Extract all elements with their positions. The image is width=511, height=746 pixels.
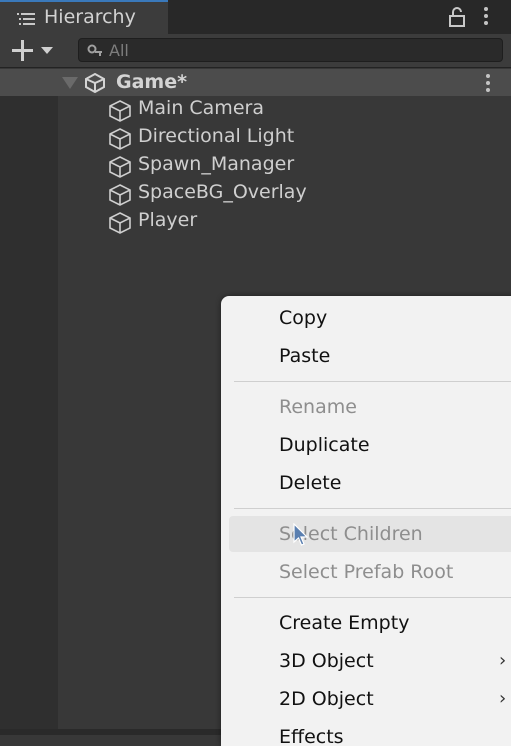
menu-separator [234, 381, 511, 382]
search-field[interactable] [78, 38, 503, 62]
unity-logo-icon [85, 73, 105, 93]
scene-name: Game* [116, 71, 188, 93]
lock-icon[interactable] [448, 7, 466, 27]
hierarchy-item-label: Player [138, 209, 198, 231]
hierarchy-item-label: Directional Light [138, 125, 295, 147]
cube-icon [109, 156, 131, 178]
hierarchy-item[interactable]: Spawn_Manager [106, 153, 466, 181]
menu-item-3d-object[interactable]: 3D Object [279, 650, 374, 672]
hierarchy-item-label: SpaceBG_Overlay [138, 181, 307, 203]
hierarchy-item[interactable]: Directional Light [106, 125, 466, 153]
hierarchy-toolbar [0, 34, 511, 68]
menu-item-rename[interactable]: Rename [279, 396, 357, 418]
fold-arrow-icon[interactable] [62, 77, 78, 89]
menu-item-paste[interactable]: Paste [279, 345, 330, 367]
submenu-chevron-icon: › [499, 650, 507, 671]
hierarchy-item[interactable]: SpaceBG_Overlay [106, 181, 466, 209]
tab-menu-icon[interactable] [484, 7, 488, 28]
add-object-button[interactable] [10, 40, 58, 62]
hierarchy-item-label: Spawn_Manager [138, 153, 295, 175]
list-icon [17, 13, 35, 25]
search-input[interactable] [109, 39, 489, 61]
scene-row[interactable]: Game* [0, 69, 511, 96]
menu-item-2d-object[interactable]: 2D Object [279, 688, 374, 710]
menu-item-create-empty[interactable]: Create Empty [279, 612, 409, 634]
mouse-cursor-icon [293, 523, 309, 546]
menu-item-select-prefab-root[interactable]: Select Prefab Root [279, 561, 453, 583]
cube-icon [109, 100, 131, 122]
hierarchy-item[interactable]: Player [106, 209, 466, 237]
tab-title: Hierarchy [44, 6, 136, 28]
cube-icon [109, 128, 131, 150]
cube-icon [109, 184, 131, 206]
menu-item-delete[interactable]: Delete [279, 472, 341, 494]
search-icon [87, 44, 102, 56]
cube-icon [109, 212, 131, 234]
hierarchy-gutter [0, 96, 58, 735]
menu-separator [234, 597, 511, 598]
menu-item-duplicate[interactable]: Duplicate [279, 434, 370, 456]
scene-menu-icon[interactable] [486, 74, 490, 95]
menu-item-copy[interactable]: Copy [279, 307, 327, 329]
tab-hierarchy[interactable]: Hierarchy [0, 0, 168, 34]
context-menu: Copy Paste Rename Duplicate Delete Selec… [221, 296, 511, 746]
hierarchy-item[interactable]: Main Camera [106, 97, 466, 125]
submenu-chevron-icon: › [499, 688, 507, 709]
menu-item-effects[interactable]: Effects [279, 726, 344, 746]
window-tab-bar: Hierarchy [0, 0, 511, 34]
hierarchy-item-label: Main Camera [138, 97, 264, 119]
menu-separator [234, 508, 511, 509]
